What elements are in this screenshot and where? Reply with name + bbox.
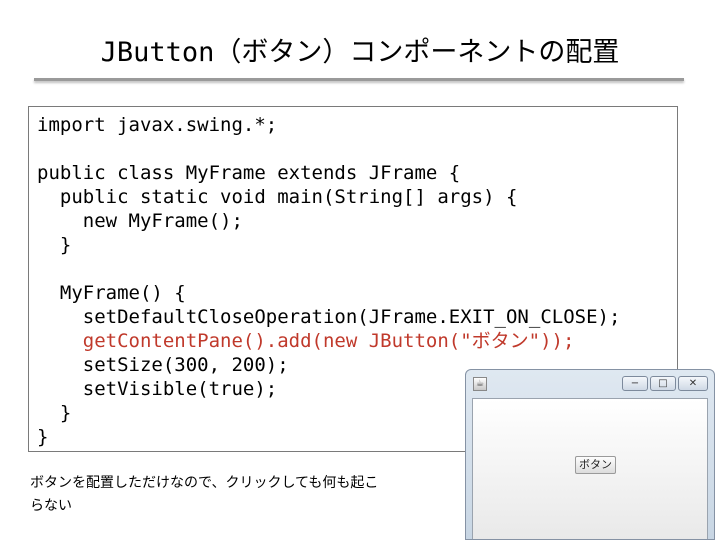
window-titlebar[interactable]: ☕ − □ ✕ (466, 370, 714, 398)
jbutton[interactable]: ボタン (575, 456, 616, 474)
code-line: public static void main(String[] args) { (37, 186, 518, 208)
caption: ボタンを配置しただけなので、クリックしても何も起こ らない (30, 472, 430, 518)
window-controls: − □ ✕ (622, 376, 708, 391)
code-line: new MyFrame(); (37, 210, 243, 232)
code-line-highlighted: getContentPane().add(new JButton("ボタン"))… (37, 330, 575, 352)
title-divider (34, 78, 684, 81)
caption-line: らない (30, 498, 72, 514)
close-button[interactable]: ✕ (678, 376, 708, 391)
maximize-button[interactable]: □ (650, 376, 676, 391)
code-line: public class MyFrame extends JFrame { (37, 162, 461, 184)
minimize-button[interactable]: − (622, 376, 648, 391)
code-line: setDefaultCloseOperation(JFrame.EXIT_ON_… (37, 306, 621, 328)
code-line: MyFrame() { (37, 282, 186, 304)
code-line: } (37, 234, 72, 256)
slide-title: JButton（ボタン）コンポーネントの配置 (100, 37, 620, 68)
java-app-icon: ☕ (473, 377, 487, 391)
window-content-pane: ボタン (472, 398, 708, 539)
jframe-window: ☕ − □ ✕ ボタン (465, 369, 715, 540)
caption-line: ボタンを配置しただけなので、クリックしても何も起こ (30, 475, 379, 491)
code-line: import javax.swing.*; (37, 114, 278, 136)
